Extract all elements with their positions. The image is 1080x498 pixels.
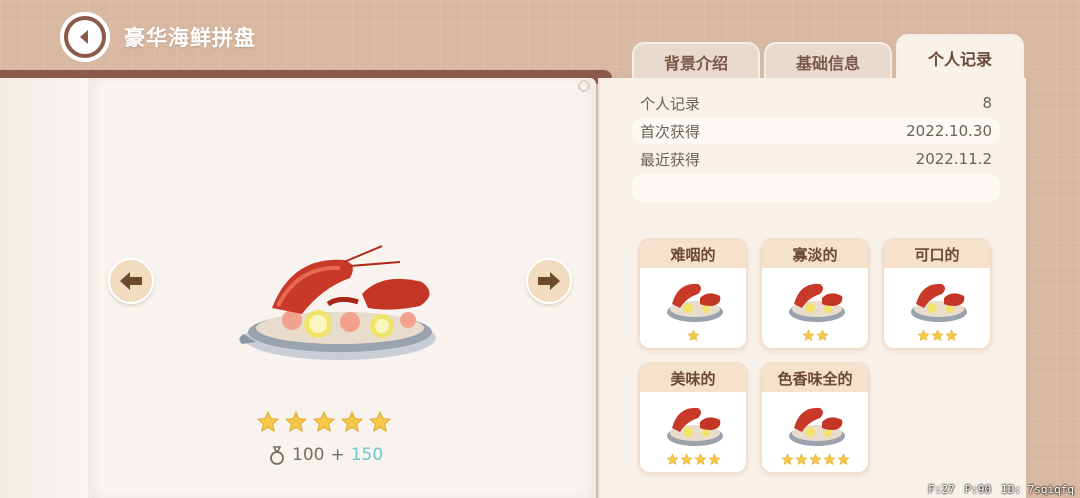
star-icon	[340, 410, 364, 433]
record-label: 最近获得	[640, 150, 701, 169]
quality-card-stars	[762, 453, 868, 466]
star-icon	[679, 453, 693, 465]
star-icon	[916, 329, 930, 341]
quality-card-stars	[640, 329, 746, 342]
quality-card-label: 可口的	[884, 240, 990, 268]
quality-card[interactable]: 寡淡的	[760, 238, 870, 350]
debug-overlay: F:27 P:90 ID: 7sqiqfq	[928, 483, 1074, 496]
quality-card[interactable]: 色香味全的	[760, 362, 870, 474]
debug-id: ID: 7sqiqfq	[1001, 483, 1074, 496]
tab-label: 个人记录	[927, 50, 992, 69]
next-dish-button[interactable]	[526, 258, 572, 304]
star-icon	[665, 453, 679, 465]
star-icon	[707, 453, 721, 465]
chevron-left-icon	[80, 30, 88, 44]
quality-card-stars	[640, 453, 746, 466]
dish-thumbnail-image	[667, 407, 723, 446]
record-value: 8	[982, 94, 992, 112]
dish-star-rating	[256, 410, 392, 434]
tab-basic-info[interactable]: 基础信息	[764, 42, 892, 80]
star-icon	[686, 329, 700, 341]
tab-personal-record[interactable]: 个人记录	[896, 34, 1024, 80]
price-base: 100	[292, 445, 325, 465]
price-row: 100 + 150	[268, 445, 383, 465]
prev-dish-button[interactable]	[108, 258, 154, 304]
record-panel: 个人记录 8 首次获得 2022.10.30 最近获得 2022.11.2 难咽…	[598, 78, 1026, 498]
quality-card-label: 美味的	[640, 364, 746, 392]
star-icon	[284, 410, 308, 433]
star-icon	[368, 410, 392, 433]
star-icon	[256, 410, 280, 433]
quality-card-label: 难咽的	[640, 240, 746, 268]
star-icon	[801, 329, 815, 341]
debug-frame: F:27	[928, 483, 955, 496]
tab-background[interactable]: 背景介绍	[632, 42, 760, 80]
record-row-latest: 最近获得 2022.11.2	[632, 146, 1000, 172]
quality-card[interactable]: 可口的	[882, 238, 992, 350]
dish-thumbnail-image	[667, 283, 723, 322]
record-value: 2022.11.2	[915, 150, 992, 168]
record-row-count: 个人记录 8	[632, 90, 1000, 116]
star-icon	[312, 410, 336, 433]
page-corner-icon	[578, 80, 590, 92]
back-button[interactable]	[60, 12, 110, 62]
price-bonus: 150	[350, 445, 384, 465]
star-icon	[808, 453, 822, 465]
record-row-empty	[632, 174, 1000, 202]
record-row-first: 首次获得 2022.10.30	[632, 118, 1000, 144]
record-value: 2022.10.30	[906, 122, 992, 140]
tab-label: 背景介绍	[663, 54, 728, 73]
coin-bag-icon	[270, 446, 284, 465]
quality-card-label: 色香味全的	[762, 364, 868, 392]
arrow-right-icon	[538, 272, 560, 290]
dish-thumbnail-image	[789, 407, 845, 446]
dish-thumbnail-image	[911, 283, 967, 322]
star-icon	[815, 329, 829, 341]
star-icon	[780, 453, 794, 465]
quality-card[interactable]: 难咽的	[638, 238, 748, 350]
record-label: 首次获得	[640, 122, 701, 141]
debug-ping: P:90	[964, 483, 992, 496]
quality-card[interactable]: 美味的	[638, 362, 748, 474]
arrow-left-icon	[120, 272, 142, 290]
quality-card-stars	[762, 329, 868, 342]
quality-card-label: 寡淡的	[762, 240, 868, 268]
star-icon	[794, 453, 808, 465]
tab-label: 基础信息	[795, 54, 860, 73]
dish-thumbnail-image	[789, 283, 845, 322]
star-icon	[944, 329, 958, 341]
record-label: 个人记录	[640, 94, 701, 113]
quality-card-stars	[884, 329, 990, 342]
star-icon	[930, 329, 944, 341]
star-icon	[693, 453, 707, 465]
page-title: 豪华海鲜拼盘	[124, 26, 256, 50]
seafood-platter-image	[239, 245, 436, 360]
price-plus: +	[330, 445, 345, 465]
star-icon	[836, 453, 850, 465]
star-icon	[822, 453, 836, 465]
